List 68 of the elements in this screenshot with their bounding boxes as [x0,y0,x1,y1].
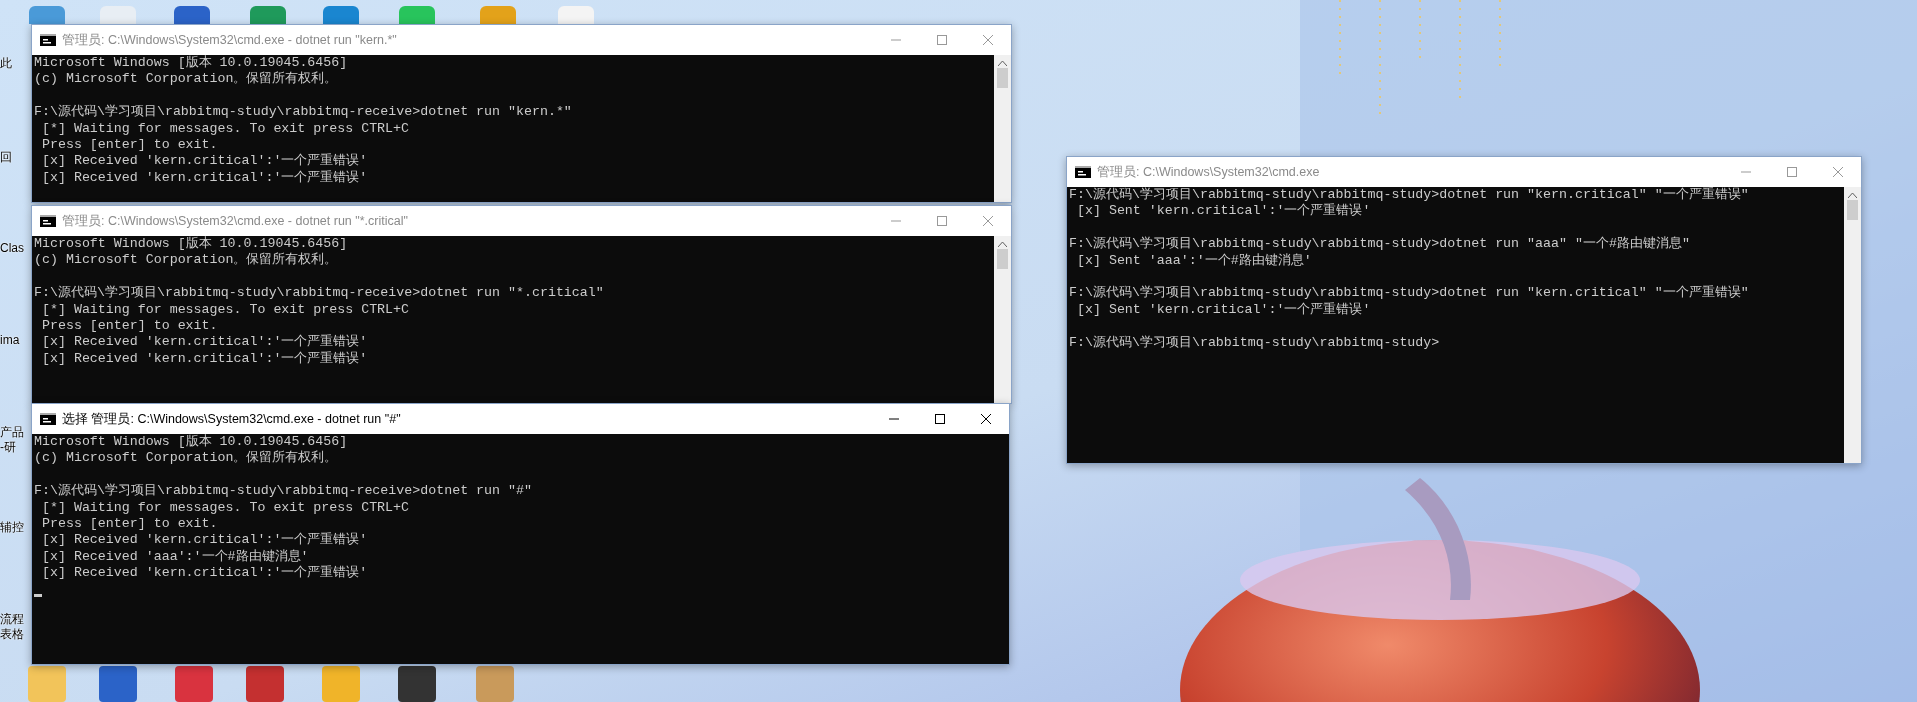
console-line: (c) Microsoft Corporation。保留所有权利。 [34,450,339,467]
window-title: 管理员: C:\Windows\System32\cmd.exe - dotnet run "*.critical" [62,212,408,230]
icon-label[interactable]: 流程 [0,612,24,626]
console-line: [x] Received 'aaa':'一个#路由键消息' [40,548,310,565]
console-line: Microsoft Windows [版本 10.0.19045.6456] [34,55,349,71]
icon-label[interactable]: 此 [0,56,12,70]
console-line: [*] Waiting for messages. To exit press CTRL+C [40,301,411,318]
scroll-up-icon[interactable] [998,60,1007,66]
maximize-icon [935,414,945,424]
maximize-icon [937,216,947,226]
console-line: [x] Received 'kern.critical':'一个严重错误' [40,565,369,582]
console-line: [*] Waiting for messages. To exit press CTRL+C [40,120,411,137]
console-line: (c) Microsoft Corporation。保留所有权利。 [34,71,339,88]
console-line: F:\源代码\学习项目\rabbitmq-study\rabbitmq-study>dotnet run "aaa" "一个#路由键消息" [1069,236,1691,253]
scrollbar[interactable] [1844,187,1861,463]
icon-label[interactable]: 产品 [0,425,24,439]
console-line: [x] Sent 'kern.critical':'一个严重错误' [1075,301,1372,319]
icon-label[interactable]: 回 [0,150,12,164]
close-icon [1833,167,1843,177]
app-icon[interactable] [172,4,212,24]
scroll-thumb[interactable] [997,249,1008,269]
console-line: F:\源代码\学习项目\rabbitmq-study\rabbitmq-study> [1069,334,1441,351]
scrollbar[interactable] [994,55,1011,202]
app-icon[interactable] [172,664,216,702]
console-line: F:\源代码\学习项目\rabbitmq-study\rabbitmq-receive>dotnet run "kern.*" [34,104,573,121]
console-line: [x] Received 'kern.critical':'一个严重错误' [40,532,369,549]
scrollbar[interactable] [994,236,1011,403]
icon-label[interactable]: ima [0,333,20,347]
maximize-icon [937,35,947,45]
console-line: [x] Received 'kern.critical':'一个严重错误' [40,153,369,170]
window-title: 管理员: C:\Windows\System32\cmd.exe [1097,163,1320,181]
console-line: Microsoft Windows [版本 10.0.19045.6456] [34,236,349,252]
app-icon[interactable] [395,664,439,702]
console-line: [x] Sent 'aaa':'一个#路由键消息' [1075,252,1313,269]
terminal-icon [1075,166,1091,178]
console-line: (c) Microsoft Corporation。保留所有权利。 [34,252,339,269]
console-line: F:\源代码\学习项目\rabbitmq-study\rabbitmq-study>dotnet run "kern.critical" "一个严重错误" [1069,187,1750,203]
terminal-icon [40,413,56,425]
console-line: Press [enter] to exit. [40,317,219,335]
icon-label[interactable]: 辅控 [0,520,24,534]
console-line: [x] Received 'kern.critical':'一个严重错误' [40,334,369,351]
console-line: Microsoft Windows [版本 10.0.19045.6456] [34,434,349,450]
console-line: F:\源代码\学习项目\rabbitmq-study\rabbitmq-study>dotnet run "kern.critical" "一个严重错误" [1069,285,1750,302]
close-icon [983,35,993,45]
scroll-thumb[interactable] [997,68,1008,88]
console-line: [x] Received 'kern.critical':'一个严重错误' [40,350,369,368]
console-line: Press [enter] to exit. [40,136,219,154]
scroll-up-icon[interactable] [1848,192,1857,198]
close-icon [981,414,991,424]
terminal-icon [40,34,56,46]
console-line: [x] Received 'kern.critical':'一个严重错误' [40,169,369,187]
console-line: F:\源代码\学习项目\rabbitmq-study\rabbitmq-receive>dotnet run "*.critical" [34,285,605,302]
console-line: Press [enter] to exit. [40,515,219,533]
scroll-up-icon[interactable] [998,241,1007,247]
console-line: F:\源代码\学习项目\rabbitmq-study\rabbitmq-receive>dotnet run "#" [34,483,533,500]
window-title: 选择 管理员: C:\Windows\System32\cmd.exe - dotnet run "#" [62,410,401,428]
console-line: [x] Sent 'kern.critical':'一个严重错误' [1075,203,1372,220]
icon-label[interactable]: Clas [0,241,24,255]
maximize-icon [1787,167,1797,177]
icon-label[interactable]: 表格 [0,627,24,641]
close-icon [983,216,993,226]
window-title: 管理员: C:\Windows\System32\cmd.exe - dotnet run "kern.*" [62,31,397,49]
app-icon[interactable] [96,664,140,702]
icon-label[interactable]: -研 [0,440,16,454]
terminal-icon [40,215,56,227]
console-line: [*] Waiting for messages. To exit press CTRL+C [40,499,411,516]
app-icon[interactable] [243,664,287,702]
scroll-thumb[interactable] [1847,200,1858,220]
